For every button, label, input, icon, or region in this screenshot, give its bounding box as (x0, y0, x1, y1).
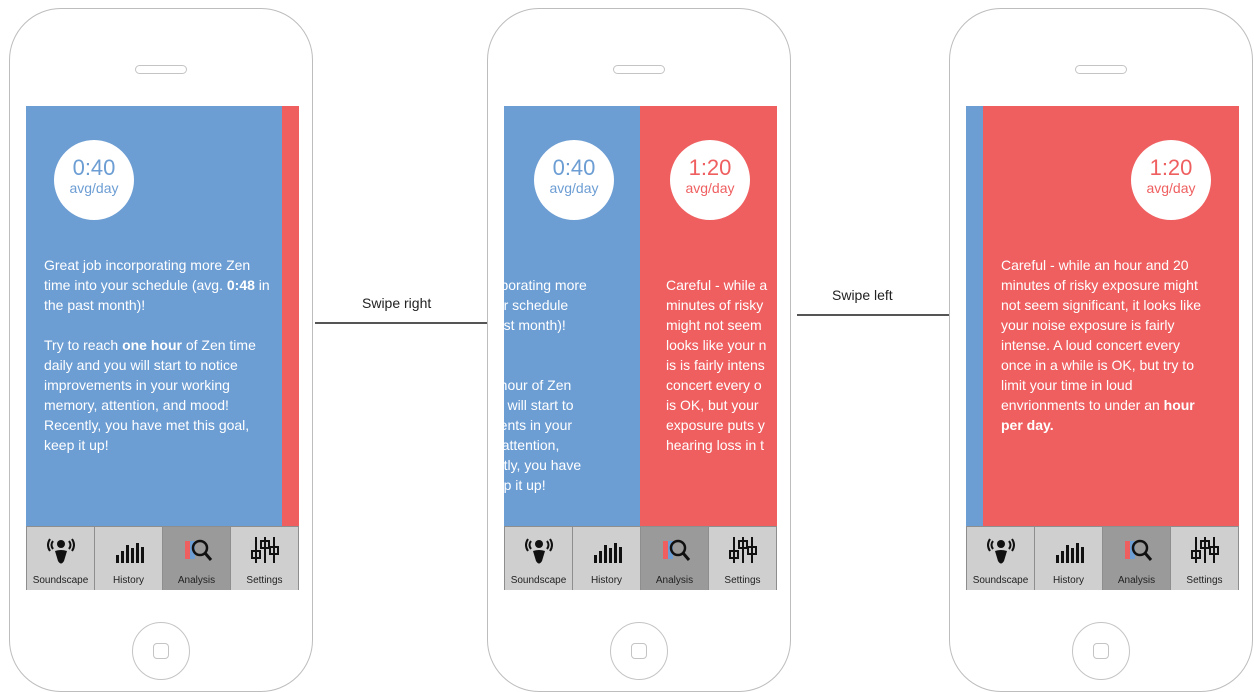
tab-settings[interactable]: Settings (1171, 526, 1239, 590)
risky-stat-value: 1:20 (688, 155, 732, 180)
tab-history-label: History (112, 575, 145, 586)
tab-soundscape-label: Soundscape (32, 575, 89, 586)
zen-panel[interactable]: 0:40 avg/day orporating more our schedul… (504, 106, 640, 526)
zen-stat-circle: 0:40 avg/day (54, 140, 134, 220)
risky-panel-edge[interactable] (282, 106, 299, 526)
zen-panel-edge[interactable] (966, 106, 983, 526)
tab-settings[interactable]: Settings (231, 526, 299, 590)
swipe-right-label: Swipe right (362, 295, 432, 311)
history-bars-icon (593, 543, 622, 563)
tab-settings[interactable]: Settings (709, 526, 777, 590)
analysis-magnifier-icon (184, 539, 212, 561)
tab-analysis-label: Analysis (177, 575, 216, 586)
tab-analysis-label: Analysis (655, 575, 694, 586)
zen-message-p2: Try to reach one hour of Zen time daily … (44, 337, 256, 453)
zen-message: Great job incorporating more Zen time in… (44, 255, 270, 475)
swipe-left-label: Swipe left (832, 287, 893, 303)
tab-analysis[interactable]: Analysis (163, 526, 231, 590)
zen-message-p1: Great job incorporating more Zen time in… (44, 257, 270, 313)
speaker-slot (1075, 65, 1127, 74)
tab-soundscape[interactable]: Soundscape (26, 526, 95, 590)
risky-fragment-p1: Careful - while a minutes of risky might… (666, 277, 768, 453)
tab-history[interactable]: History (95, 526, 163, 590)
zen-stat-unit: avg/day (549, 180, 599, 196)
risky-message-fragment: Careful - while a minutes of risky might… (666, 255, 777, 495)
home-button-square (153, 643, 169, 659)
swipe-right-line (315, 322, 487, 324)
risky-panel[interactable]: 1:20 avg/day Careful - while a minutes o… (640, 106, 777, 526)
tab-analysis[interactable]: Analysis (641, 526, 709, 590)
tab-soundscape[interactable]: Soundscape (966, 526, 1035, 590)
risky-message-p1: Careful - while an hour and 20 minutes o… (1001, 257, 1201, 433)
risky-panel[interactable]: 1:20 avg/day Careful - while an hour and… (983, 106, 1239, 526)
risky-message: Careful - while an hour and 20 minutes o… (1001, 255, 1211, 455)
risky-stat-circle: 1:20 avg/day (670, 140, 750, 220)
risky-stat-unit: avg/day (685, 180, 735, 196)
analysis-magnifier-icon (662, 539, 690, 561)
risky-stat-value: 1:20 (1149, 155, 1193, 180)
tab-settings-label: Settings (246, 575, 283, 586)
phone-zen: 0:40 avg/day Great job incorporating mor… (9, 8, 313, 692)
analysis-magnifier-icon (1124, 539, 1152, 561)
speaker-slot (135, 65, 187, 74)
zen-stat-value: 0:40 (72, 155, 116, 180)
tab-history[interactable]: History (1035, 526, 1103, 590)
swipe-left-line (797, 314, 949, 316)
tab-soundscape-label: Soundscape (972, 575, 1029, 586)
screen: 0:40 avg/day orporating more our schedul… (504, 106, 777, 590)
speaker-slot (613, 65, 665, 74)
tab-settings-label: Settings (724, 575, 761, 586)
home-button-square (1093, 643, 1109, 659)
phone-risky: 1:20 avg/day Careful - while an hour and… (949, 8, 1253, 692)
tab-settings-label: Settings (1186, 575, 1223, 586)
soundscape-icon (524, 538, 553, 564)
home-button[interactable] (1072, 622, 1130, 680)
settings-sliders-icon (1190, 537, 1219, 563)
tab-history[interactable]: History (573, 526, 641, 590)
zen-message-fragment: orporating more our schedule past month)… (504, 255, 640, 526)
risky-stat-circle: 1:20 avg/day (1131, 140, 1211, 220)
screen: 1:20 avg/day Careful - while an hour and… (966, 106, 1239, 590)
settings-sliders-icon (728, 537, 757, 563)
tab-bar: Soundscape History Analysis Settings (26, 526, 299, 590)
soundscape-icon (46, 538, 75, 564)
risky-stat-unit: avg/day (1146, 180, 1196, 196)
tab-history-label: History (590, 575, 623, 586)
phone-transition: 0:40 avg/day orporating more our schedul… (487, 8, 791, 692)
home-button[interactable] (610, 622, 668, 680)
history-bars-icon (115, 543, 144, 563)
tab-soundscape-label: Soundscape (510, 575, 567, 586)
history-bars-icon (1055, 543, 1084, 563)
zen-stat-circle: 0:40 avg/day (534, 140, 614, 220)
zen-fragment-p1: orporating more our schedule past month)… (504, 277, 587, 333)
zen-panel[interactable]: 0:40 avg/day Great job incorporating mor… (26, 106, 282, 526)
tab-history-label: History (1052, 575, 1085, 586)
zen-stat-unit: avg/day (69, 180, 119, 196)
tab-bar: Soundscape History Analysis Settings (504, 526, 777, 590)
settings-sliders-icon (250, 537, 279, 563)
soundscape-icon (986, 538, 1015, 564)
tab-bar: Soundscape History Analysis Settings (966, 526, 1239, 590)
home-button[interactable] (132, 622, 190, 680)
tab-analysis[interactable]: Analysis (1103, 526, 1171, 590)
screen: 0:40 avg/day Great job incorporating mor… (26, 106, 299, 590)
zen-stat-value: 0:40 (552, 155, 596, 180)
tab-analysis-label: Analysis (1117, 575, 1156, 586)
tab-soundscape[interactable]: Soundscape (504, 526, 573, 590)
home-button-square (631, 643, 647, 659)
zen-fragment-p2: e hour of Zen ou will start to ments in … (504, 377, 582, 493)
